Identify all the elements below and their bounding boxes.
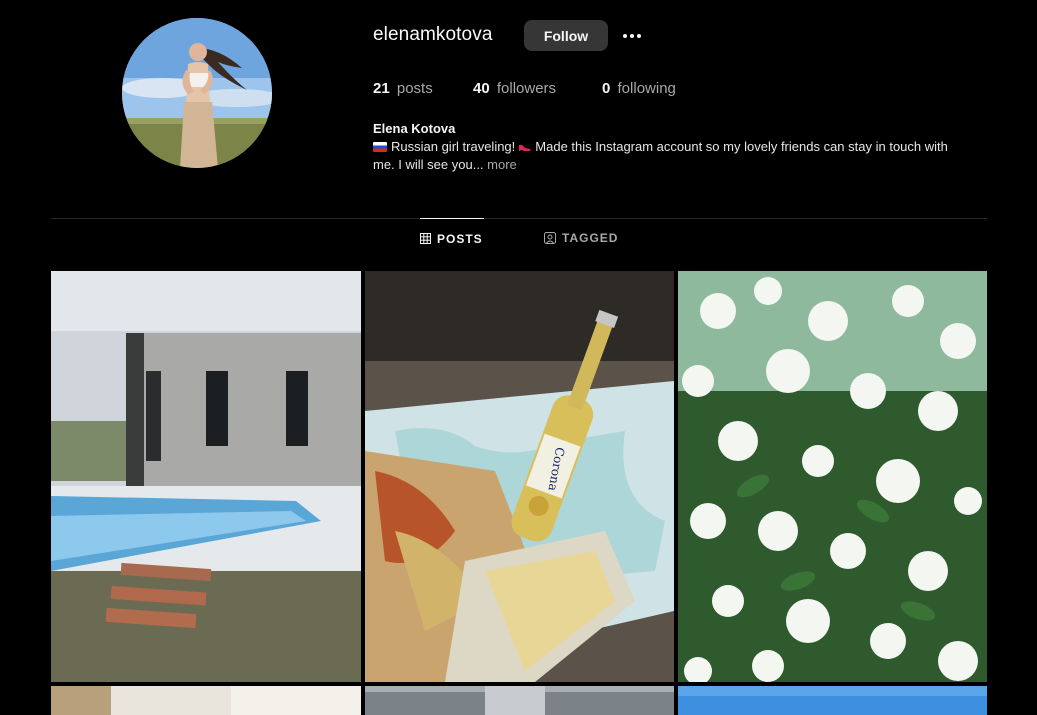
bio-more-link[interactable]: more (487, 157, 517, 172)
profile-stats: 21 posts 40 followers 0 following (373, 80, 676, 97)
follow-button[interactable]: Follow (524, 20, 608, 51)
high-heel-icon (519, 144, 531, 151)
tab-posts[interactable]: POSTS (420, 218, 484, 258)
russia-flag-icon (373, 142, 387, 152)
post-thumbnail-corona-beer-food[interactable]: Corona (365, 271, 674, 682)
interior-photo (51, 686, 361, 715)
profile-username: elenamkotova (373, 24, 493, 45)
house-pool-photo (51, 271, 361, 682)
profile-bio: Russian girl traveling! Made this Instagr… (373, 138, 973, 174)
blue-sky-photo (678, 686, 987, 715)
white-flowers-photo (678, 271, 987, 682)
post-thumbnail-interior[interactable] (51, 686, 361, 715)
following-link[interactable]: 0 following (602, 80, 676, 97)
post-thumbnail-blue-sky[interactable] (678, 686, 987, 715)
more-options-icon[interactable] (618, 24, 646, 48)
followers-count-value: 40 (473, 80, 490, 97)
grid-icon (420, 233, 431, 244)
tab-posts-label: POSTS (437, 231, 483, 246)
profile-full-name: Elena Kotova (373, 121, 456, 136)
avatar-photo (122, 18, 272, 168)
followers-link[interactable]: 40 followers (473, 80, 602, 97)
tagged-icon (544, 232, 556, 244)
following-count-label: following (617, 80, 676, 97)
tab-tagged[interactable]: TAGGED (544, 218, 618, 258)
posts-count: 21 posts (373, 80, 473, 97)
post-thumbnail-house-pool[interactable] (51, 271, 361, 682)
post-thumbnail-white-flowers[interactable] (678, 271, 987, 682)
followers-count-label: followers (496, 80, 557, 97)
more-dot (637, 34, 641, 38)
profile-avatar[interactable] (122, 18, 272, 168)
tabs-divider (51, 218, 987, 219)
more-dot (630, 34, 634, 38)
corona-beer-food-photo: Corona (365, 271, 674, 682)
tab-tagged-label: TAGGED (562, 231, 619, 245)
more-dot (623, 34, 627, 38)
bio-text-part1: Russian girl traveling! (391, 139, 516, 154)
following-count-value: 0 (602, 80, 611, 97)
posts-count-value: 21 (373, 80, 390, 97)
posts-count-label: posts (396, 80, 433, 97)
hallway-photo (365, 686, 674, 715)
post-thumbnail-hallway[interactable] (365, 686, 674, 715)
profile-page: elenamkotova Follow 21 posts 40 follower… (0, 0, 1037, 715)
